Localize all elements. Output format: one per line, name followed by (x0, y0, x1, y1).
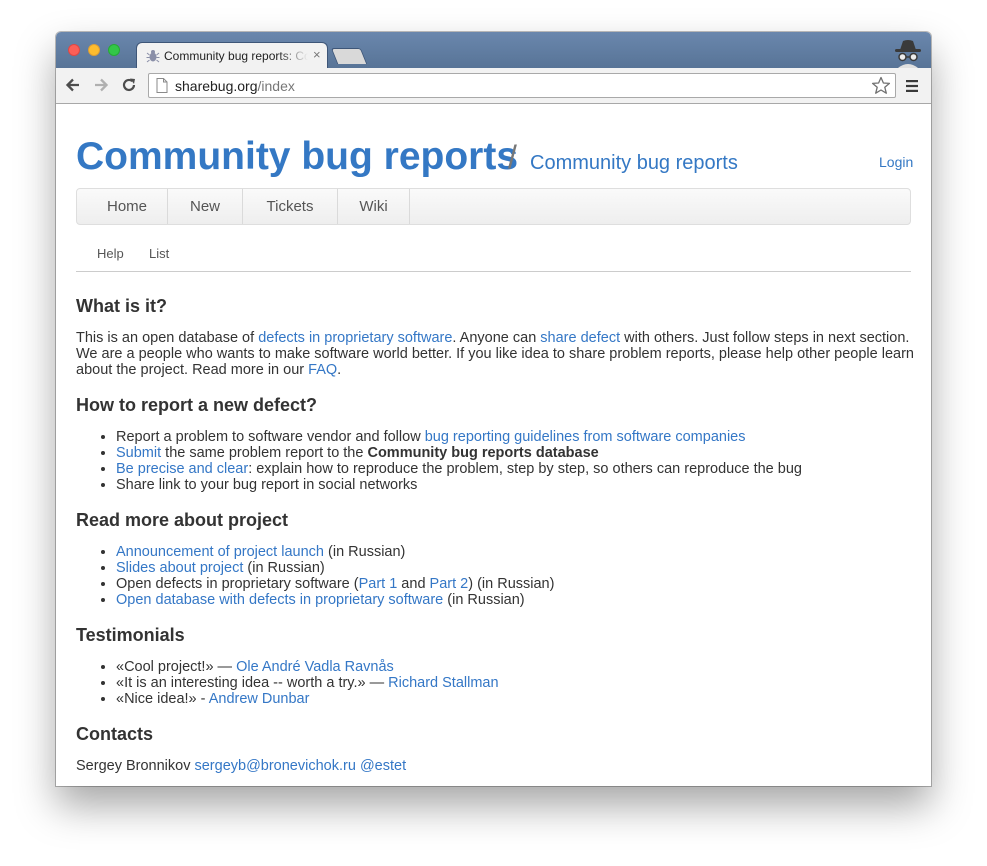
list-item-text: ) (in Russian) (468, 576, 555, 592)
list-item-text: and (397, 576, 430, 592)
bug-icon (146, 50, 160, 63)
list-item: «Cool project!» — Ole André Vadla Ravnås (116, 659, 499, 675)
list-item: Announcement of project launch (in Russi… (116, 544, 554, 560)
slides-link[interactable]: Slides about project (116, 560, 243, 576)
nav-tickets[interactable]: Tickets (243, 189, 338, 224)
forward-arrow-icon[interactable] (92, 76, 110, 94)
page-icon (156, 78, 168, 93)
database-name: Community bug reports database (367, 445, 599, 461)
browser-toolbar: sharebug.org/index (56, 68, 931, 104)
site-title[interactable]: Community bug reports (76, 134, 518, 180)
nav-wiki[interactable]: Wiki (338, 189, 410, 224)
window-minimize-button[interactable] (88, 44, 100, 56)
heading-how-to-report: How to report a new defect? (76, 395, 318, 415)
intro-text-2: . Anyone can (452, 330, 541, 346)
subnav-divider (76, 271, 911, 272)
list-item-text: Share link to your bug report in social … (116, 477, 418, 493)
window-maximize-button[interactable] (108, 44, 120, 56)
list-item: Open database with defects in proprietar… (116, 592, 554, 608)
list-item-text: Open defects in proprietary software ( (116, 576, 359, 592)
list-item-text: : explain how to reproduce the problem, … (248, 461, 802, 477)
open-database-link[interactable]: Open database with defects in proprietar… (116, 592, 443, 608)
list-item: Report a problem to software vendor and … (116, 429, 802, 445)
subnav-help[interactable]: Help (97, 246, 124, 262)
submit-link[interactable]: Submit (116, 445, 161, 461)
subnav-list[interactable]: List (149, 246, 169, 262)
quote-text: «Cool project!» — (116, 659, 237, 675)
incognito-icon (895, 40, 921, 68)
twitter-link[interactable]: @estet (360, 758, 406, 774)
reload-icon[interactable] (120, 76, 138, 94)
announcement-link[interactable]: Announcement of project launch (116, 544, 324, 560)
intro-text-4: . (337, 362, 342, 378)
star-icon[interactable] (871, 76, 891, 96)
contact-name: Sergey Bronnikov (76, 758, 195, 774)
list-item: Be precise and clear: explain how to rep… (116, 461, 802, 477)
login-link[interactable]: Login (879, 154, 913, 170)
url-path: /index (257, 78, 295, 94)
nav-new[interactable]: New (168, 189, 243, 224)
author-link[interactable]: Richard Stallman (388, 675, 498, 691)
list-item: Open defects in proprietary software (Pa… (116, 576, 554, 592)
email-link[interactable]: sergeyb@bronevichok.ru (194, 758, 355, 774)
heading-testimonials: Testimonials (76, 625, 185, 645)
tab-close-button[interactable]: × (313, 48, 321, 62)
url-text: sharebug.org/index (175, 78, 295, 94)
list-item: Slides about project (in Russian) (116, 560, 554, 576)
list-item-text: (in Russian) (323, 544, 406, 560)
address-bar[interactable]: sharebug.org/index (148, 73, 896, 98)
intro-paragraph: This is an open database of defects in p… (76, 330, 916, 378)
new-tab-button[interactable] (330, 48, 368, 64)
guidelines-link[interactable]: bug reporting guidelines from software c… (425, 429, 746, 445)
part-2-link[interactable]: Part 2 (430, 576, 469, 592)
read-more-list: Announcement of project launch (in Russi… (96, 544, 554, 608)
list-item-text: Report a problem to software vendor and … (116, 429, 425, 445)
page-content: Community bug reports / Community bug re… (56, 104, 931, 786)
author-link[interactable]: Andrew Dunbar (209, 691, 310, 707)
share-defect-link[interactable]: share defect (540, 330, 620, 346)
browser-tab[interactable]: Community bug reports: Community bug rep… (136, 42, 328, 68)
how-to-list: Report a problem to software vendor and … (96, 429, 802, 493)
site-subtitle[interactable]: Community bug reports (530, 151, 738, 175)
nav-home[interactable]: Home (77, 189, 168, 224)
hamburger-menu-icon[interactable] (906, 79, 918, 93)
list-item: «It is an interesting idea -- worth a tr… (116, 675, 499, 691)
browser-window: Community bug reports: Community bug rep… (56, 32, 931, 786)
defects-link[interactable]: defects in proprietary software (258, 330, 452, 346)
list-item-text: (in Russian) (243, 560, 325, 576)
testimonials-list: «Cool project!» — Ole André Vadla Ravnås… (96, 659, 499, 707)
list-item-text: (in Russian) (443, 592, 525, 608)
part-1-link[interactable]: Part 1 (359, 576, 398, 592)
main-navbar: Home New Tickets Wiki (76, 188, 911, 225)
list-item-text: the same problem report to the (161, 445, 368, 461)
intro-text-1: This is an open database of (76, 330, 259, 346)
heading-contacts: Contacts (76, 724, 154, 744)
quote-text: «Nice idea!» - (116, 691, 209, 707)
author-link[interactable]: Ole André Vadla Ravnås (236, 659, 394, 675)
faq-link[interactable]: FAQ (308, 362, 337, 378)
heading-what-is-it: What is it? (76, 296, 167, 316)
contacts-line: Sergey Bronnikov sergeyb@bronevichok.ru … (76, 758, 406, 774)
title-separator: / (508, 139, 517, 175)
quote-text: «It is an interesting idea -- worth a tr… (116, 675, 389, 691)
list-item: «Nice idea!» - Andrew Dunbar (116, 691, 499, 707)
list-item: Submit the same problem report to the Co… (116, 445, 802, 461)
tab-title: Community bug reports: Community bug rep… (164, 49, 308, 65)
be-precise-link[interactable]: Be precise and clear (116, 461, 248, 477)
back-arrow-icon[interactable] (64, 76, 82, 94)
title-bar: Community bug reports: Community bug rep… (56, 32, 931, 68)
window-close-button[interactable] (68, 44, 80, 56)
list-item: Share link to your bug report in social … (116, 477, 802, 493)
heading-read-more: Read more about project (76, 510, 289, 530)
url-host: sharebug.org (175, 78, 258, 94)
